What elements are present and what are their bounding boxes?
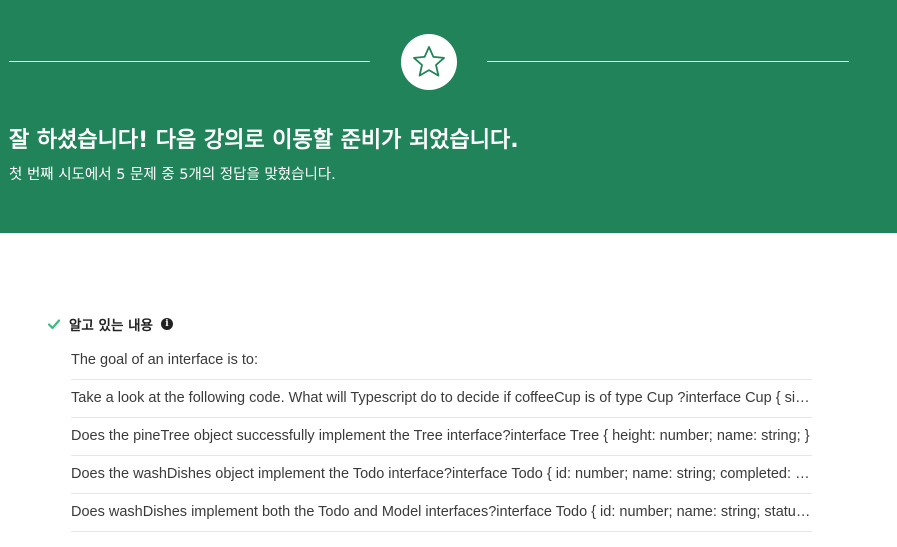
achievement-badge [401, 34, 457, 90]
info-icon[interactable]: i [160, 318, 173, 330]
result-headline: 잘 하셨습니다! 다음 강의로 이동할 준비가 되었습니다. [9, 128, 519, 153]
divider-left [9, 61, 370, 62]
divider-right [487, 61, 849, 62]
list-item[interactable]: Take a look at the following code. What … [71, 380, 812, 418]
list-item[interactable]: Does washDishes implement both the Todo … [71, 494, 812, 532]
result-summary: 첫 번째 시도에서 5 문제 중 5개의 정답을 맞혔습니다. [9, 167, 336, 183]
star-icon [413, 46, 445, 77]
known-content-header: 알고 있는 내용 i [47, 314, 173, 334]
result-banner: 잘 하셨습니다! 다음 강의로 이동할 준비가 되었습니다. 첫 번째 시도에서… [0, 0, 897, 233]
question-list: The goal of an interface is to: Take a l… [71, 342, 812, 532]
list-item[interactable]: The goal of an interface is to: [71, 342, 812, 380]
section-title: 알고 있는 내용 [69, 318, 153, 334]
list-item[interactable]: Does the washDishes object implement the… [71, 456, 812, 494]
list-item[interactable]: Does the pineTree object successfully im… [71, 418, 812, 456]
check-icon [47, 317, 61, 331]
